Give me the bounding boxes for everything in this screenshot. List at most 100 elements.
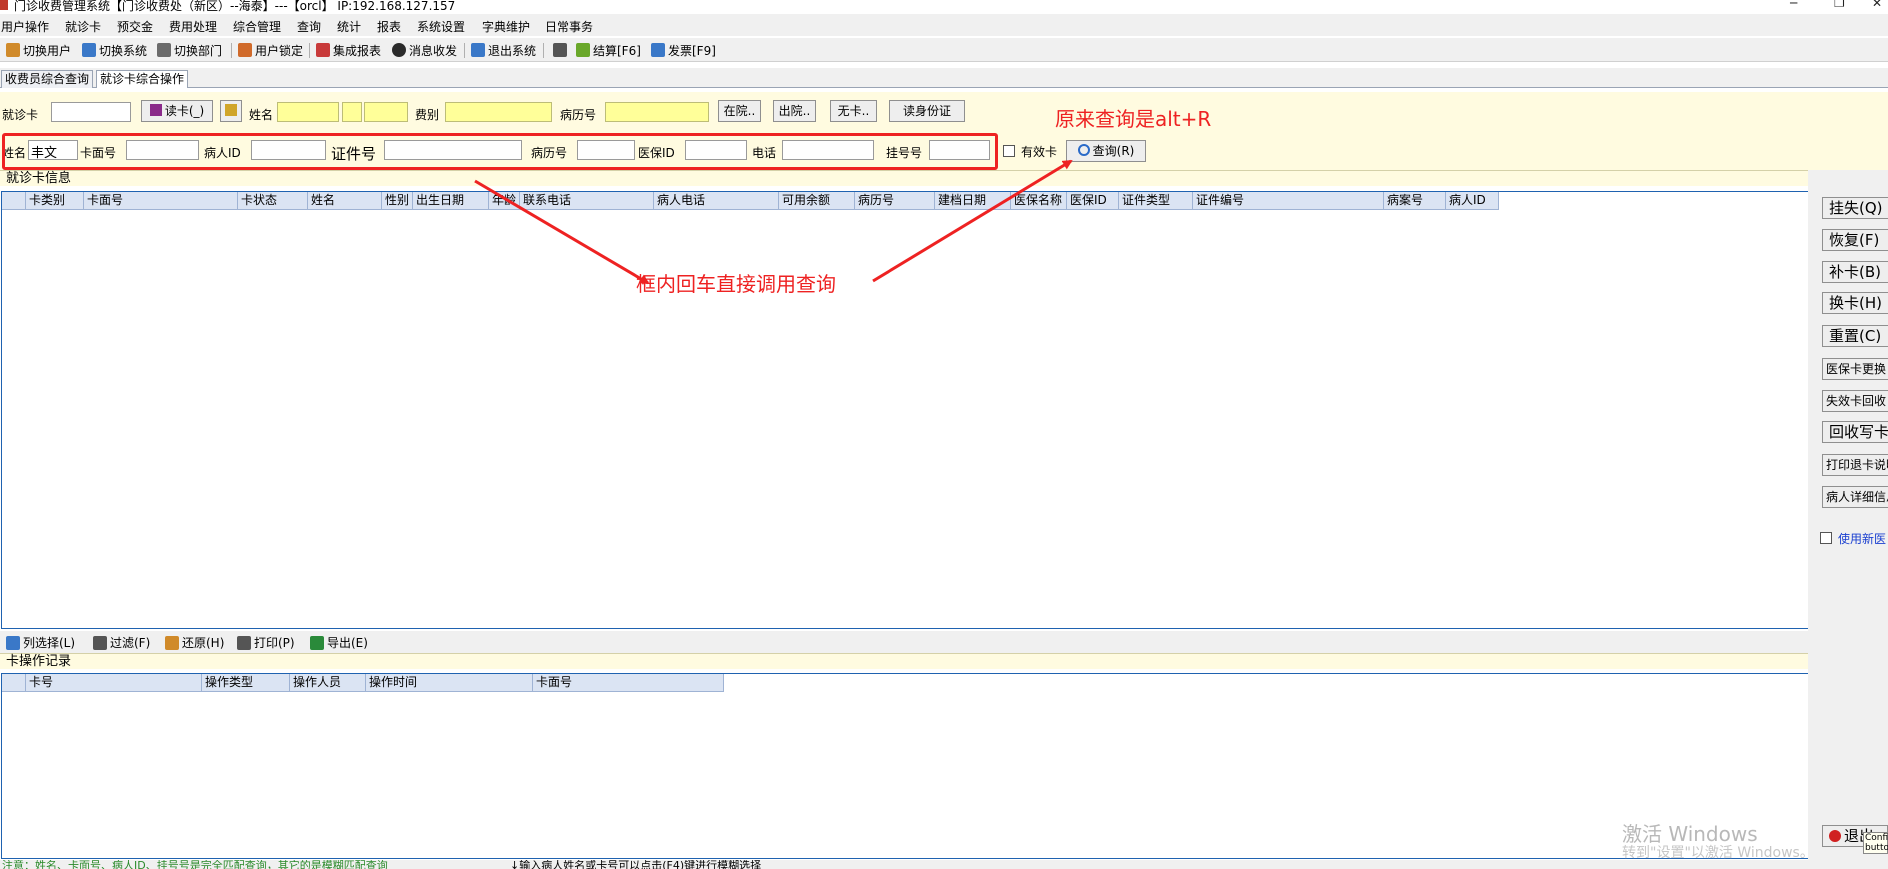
message-button[interactable]: 消息收发	[392, 42, 457, 58]
invoice-button[interactable]: 发票[F9]	[651, 42, 716, 58]
card-reader-icon	[149, 104, 162, 116]
menu-item-card[interactable]: 就诊卡	[65, 18, 101, 35]
recover-button[interactable]: 恢复(F)	[1822, 229, 1888, 251]
export-button[interactable]: 导出(E)	[310, 634, 368, 651]
column-header[interactable]: 卡状态	[238, 192, 308, 210]
column-header[interactable]: 卡面号	[533, 674, 724, 692]
switch-department-button[interactable]: 切换部门	[157, 42, 222, 58]
integrated-report-button[interactable]: 集成报表	[316, 42, 381, 58]
sex-input[interactable]	[342, 102, 362, 122]
query-button[interactable]: 查询(R)	[1066, 140, 1146, 162]
settle-button[interactable]: 结算[F6]	[576, 42, 641, 58]
print-icon	[237, 635, 251, 650]
discharged-button[interactable]: 出院..	[773, 100, 816, 122]
menu-item-settings[interactable]: 系统设置	[417, 18, 465, 35]
use-new-insurance-checkbox[interactable]	[1820, 532, 1832, 544]
close-button[interactable]: ✕	[1872, 0, 1882, 10]
recycle-write-card-button[interactable]: 回收写卡	[1822, 421, 1888, 443]
filter-button[interactable]: 过滤(F)	[93, 634, 150, 651]
read-id-card-button[interactable]: 读身份证	[889, 100, 965, 122]
status-bar: 注意：姓名、卡面号、病人ID、挂号号是完全匹配查询，其它的是模糊匹配查询 ↓输入…	[0, 860, 1888, 869]
menu-item-user[interactable]: 用户操作	[1, 18, 49, 35]
card-input[interactable]	[51, 102, 131, 122]
exit-system-button[interactable]: 退出系统	[471, 42, 536, 58]
lock-user-icon	[238, 43, 252, 57]
minimize-button[interactable]: ─	[1790, 0, 1797, 10]
column-header[interactable]: 证件编号	[1193, 192, 1384, 210]
grid-corner	[2, 674, 26, 692]
column-header[interactable]: 出生日期	[413, 192, 489, 210]
lock-user-button[interactable]: 用户锁定	[238, 42, 303, 58]
record-number-input[interactable]	[605, 102, 709, 122]
column-header[interactable]: 操作人员	[290, 674, 366, 692]
edit-button[interactable]	[553, 42, 570, 58]
reissue-card-button[interactable]: 补卡(B)	[1822, 261, 1888, 283]
print-refund-note-button[interactable]: 打印退卡说明	[1822, 454, 1888, 476]
column-header[interactable]: 建档日期	[935, 192, 1011, 210]
no-card-button[interactable]: 无卡..	[830, 100, 877, 122]
reset-button[interactable]: 重置(C)	[1822, 325, 1888, 347]
brush-button[interactable]	[220, 100, 242, 122]
grid-toolbar: 列选择(L) 过滤(F) 还原(H) 打印(P) 导出(E)	[0, 631, 1808, 653]
restore-button[interactable]: 还原(H)	[165, 634, 224, 651]
menu-bar: 用户操作 就诊卡 预交金 费用处理 综合管理 查询 统计 报表 系统设置 字典维…	[0, 14, 1888, 36]
app-icon	[0, 0, 8, 10]
column-header[interactable]: 卡面号	[84, 192, 238, 210]
maximize-button[interactable]: ❐	[1834, 0, 1845, 10]
column-header[interactable]: 医保名称	[1011, 192, 1067, 210]
invoice-icon	[651, 43, 665, 57]
fee-type-input[interactable]	[445, 102, 552, 122]
card-label: 就诊卡	[2, 108, 39, 122]
insurance-card-change-button[interactable]: 医保卡更换	[1822, 358, 1888, 380]
name-label: 姓名	[249, 108, 274, 122]
menu-item-dictionary[interactable]: 字典维护	[482, 18, 530, 35]
info-icon	[392, 43, 406, 57]
valid-card-checkbox[interactable]	[1003, 145, 1015, 157]
main-toolbar: 切换用户 切换系统 切换部门 用户锁定 集成报表 消息收发 退出系统 结算[F6…	[0, 38, 1888, 62]
power-icon	[1829, 830, 1841, 842]
column-header[interactable]: 卡号	[26, 674, 202, 692]
replace-card-button[interactable]: 换卡(H)	[1822, 292, 1888, 314]
column-header[interactable]: 性别	[382, 192, 413, 210]
menu-item-manage[interactable]: 综合管理	[233, 18, 281, 35]
column-select-button[interactable]: 列选择(L)	[6, 634, 75, 651]
name-input[interactable]	[277, 102, 339, 122]
column-header[interactable]: 年龄	[489, 192, 520, 210]
grid-corner	[2, 192, 26, 210]
card-query-row: 就诊卡 读卡(_) 姓名 费别 病历号 在院.. 出院.. 无卡.. 读身份证	[0, 92, 1888, 134]
column-header[interactable]: 可用余额	[779, 192, 855, 210]
report-loss-button[interactable]: 挂失(Q)	[1822, 197, 1888, 219]
menu-item-query[interactable]: 查询	[297, 18, 321, 35]
column-header[interactable]: 联系电话	[520, 192, 654, 210]
tab-cashier-query[interactable]: 收费员综合查询	[1, 70, 94, 88]
settle-icon	[576, 43, 590, 57]
menu-item-report[interactable]: 报表	[377, 18, 401, 35]
column-header[interactable]: 姓名	[308, 192, 382, 210]
switch-user-button[interactable]: 切换用户	[6, 42, 71, 58]
switch-system-button[interactable]: 切换系统	[82, 42, 147, 58]
column-header[interactable]: 病人ID	[1446, 192, 1499, 210]
op-log-grid: 卡号 操作类型 操作人员 操作时间 卡面号	[1, 673, 1809, 859]
age-input[interactable]	[364, 102, 408, 122]
in-hospital-button[interactable]: 在院..	[718, 100, 761, 122]
exit-icon	[471, 43, 485, 57]
menu-item-stats[interactable]: 统计	[337, 18, 361, 35]
print-button[interactable]: 打印(P)	[237, 634, 295, 651]
menu-item-deposit[interactable]: 预交金	[117, 18, 153, 35]
read-card-button[interactable]: 读卡(_)	[141, 100, 213, 122]
column-header[interactable]: 病案号	[1384, 192, 1446, 210]
fee-type-label: 费别	[415, 108, 440, 122]
tooltip: Confi butto	[1863, 832, 1888, 854]
column-header[interactable]: 医保ID	[1067, 192, 1119, 210]
column-header[interactable]: 证件类型	[1119, 192, 1193, 210]
menu-item-daily[interactable]: 日常事务	[545, 18, 593, 35]
menu-item-fee[interactable]: 费用处理	[169, 18, 217, 35]
column-header[interactable]: 病历号	[855, 192, 935, 210]
tab-card-operation[interactable]: 就诊卡综合操作	[96, 70, 189, 88]
column-header[interactable]: 卡类别	[26, 192, 84, 210]
column-header[interactable]: 病人电话	[654, 192, 779, 210]
patient-details-button[interactable]: 病人详细信息	[1822, 486, 1888, 508]
invalid-card-recycle-button[interactable]: 失效卡回收	[1822, 390, 1888, 412]
column-header[interactable]: 操作时间	[366, 674, 533, 692]
column-header[interactable]: 操作类型	[202, 674, 290, 692]
